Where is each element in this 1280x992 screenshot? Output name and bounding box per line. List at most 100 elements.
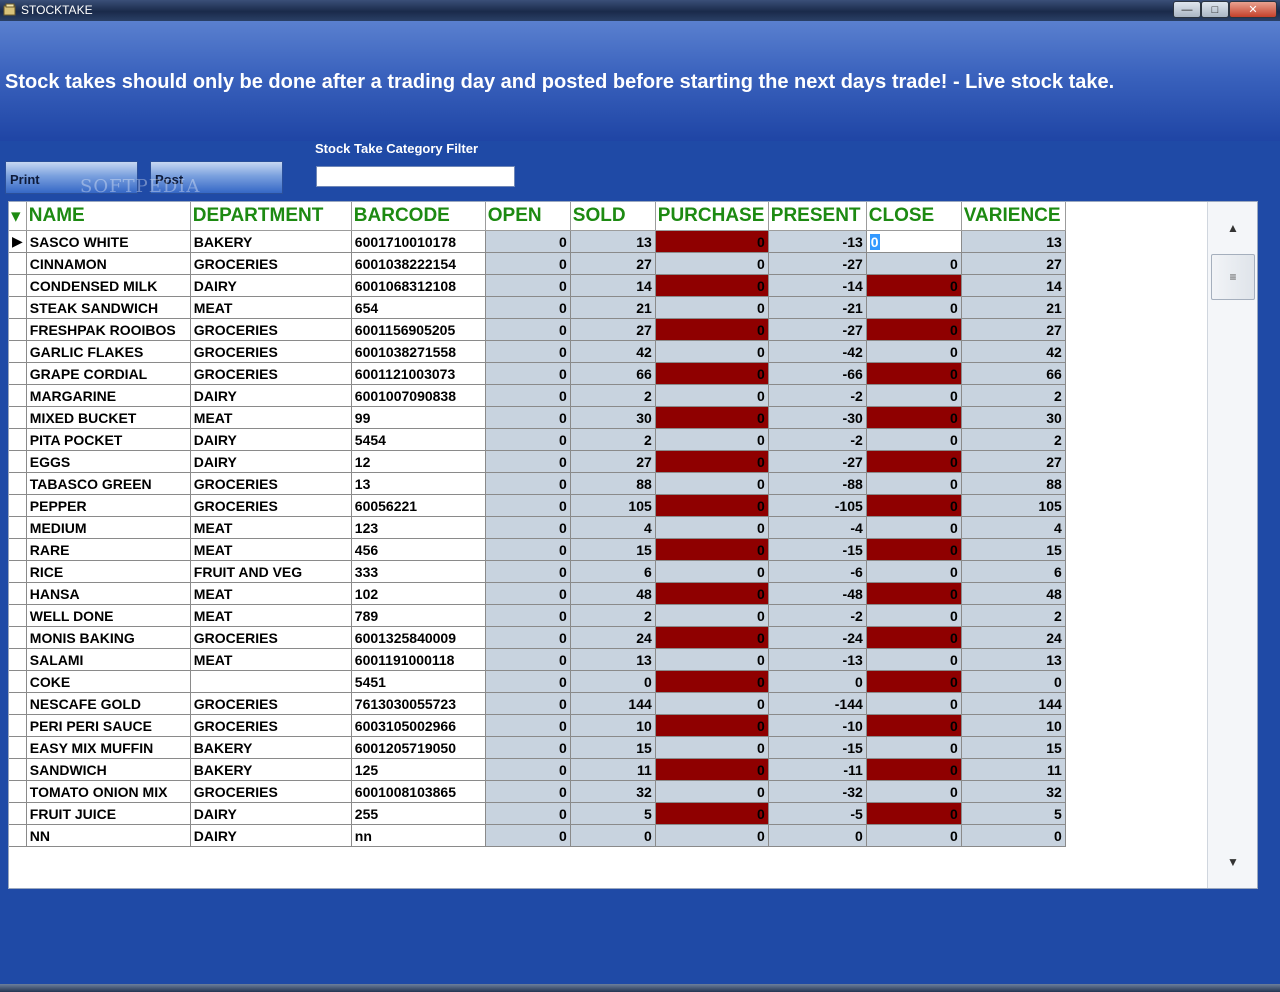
cell-department[interactable]: GROCERIES bbox=[190, 780, 352, 803]
table-row[interactable]: ▶ SASCO WHITE BAKERY 6001710010178 0 13 0 -13 0 1… bbox=[9, 230, 1066, 253]
cell-sold[interactable]: 11 bbox=[570, 758, 656, 781]
cell-department[interactable] bbox=[190, 670, 352, 693]
cell-name[interactable]: PITA POCKET bbox=[26, 428, 191, 451]
row-header[interactable] bbox=[9, 340, 27, 363]
cell-department[interactable]: GROCERIES bbox=[190, 362, 352, 385]
cell-sold[interactable]: 27 bbox=[570, 450, 656, 473]
table-row[interactable]: MONIS BAKING GROCERIES 6001325840009 0 24 0 -2… bbox=[9, 626, 1066, 649]
table-row[interactable]: SALAMI MEAT 6001191000118 0 13 0 -13 0 13 bbox=[9, 648, 1066, 671]
cell-close[interactable]: 0 bbox=[866, 714, 962, 737]
cell-department[interactable]: BAKERY bbox=[190, 736, 352, 759]
cell-barcode[interactable]: 6001710010178 bbox=[351, 230, 486, 253]
cell-present[interactable]: -88 bbox=[768, 472, 867, 495]
cell-open[interactable]: 0 bbox=[485, 604, 571, 627]
cell-close[interactable]: 0 bbox=[866, 230, 962, 253]
cell-purchase[interactable]: 0 bbox=[655, 318, 769, 341]
cell-present[interactable]: -27 bbox=[768, 318, 867, 341]
cell-sold[interactable]: 21 bbox=[570, 296, 656, 319]
cell-open[interactable]: 0 bbox=[485, 736, 571, 759]
column-header-name[interactable]: NAME bbox=[26, 202, 191, 231]
row-header[interactable] bbox=[9, 428, 27, 451]
row-header[interactable] bbox=[9, 648, 27, 671]
cell-close[interactable]: 0 bbox=[866, 582, 962, 605]
selected-cell-value[interactable]: 0 bbox=[869, 233, 880, 250]
table-row[interactable]: FRUIT JUICE DAIRY 255 0 5 0 -5 0 5 bbox=[9, 802, 1066, 825]
cell-present[interactable]: -42 bbox=[768, 340, 867, 363]
maximize-button[interactable]: □ bbox=[1201, 1, 1229, 18]
cell-open[interactable]: 0 bbox=[485, 560, 571, 583]
cell-open[interactable]: 0 bbox=[485, 340, 571, 363]
cell-open[interactable]: 0 bbox=[485, 252, 571, 275]
cell-present[interactable]: -2 bbox=[768, 384, 867, 407]
cell-varience[interactable]: 15 bbox=[961, 736, 1066, 759]
table-row[interactable]: GRAPE CORDIAL GROCERIES 6001121003073 0 66 0-… bbox=[9, 362, 1066, 385]
cell-name[interactable]: MIXED BUCKET bbox=[26, 406, 191, 429]
cell-close[interactable]: 0 bbox=[866, 318, 962, 341]
scroll-up-arrow-icon[interactable]: ▲ bbox=[1208, 208, 1257, 248]
row-header[interactable] bbox=[9, 494, 27, 517]
column-header-open[interactable]: OPEN bbox=[485, 202, 571, 231]
cell-department[interactable]: DAIRY bbox=[190, 802, 352, 825]
column-header-purchase[interactable]: PURCHASE bbox=[655, 202, 769, 231]
cell-open[interactable]: 0 bbox=[485, 428, 571, 451]
table-row[interactable]: EGGS DAIRY 12 0 27 0 -27 0 27 bbox=[9, 450, 1066, 473]
cell-department[interactable]: MEAT bbox=[190, 604, 352, 627]
cell-present[interactable]: -105 bbox=[768, 494, 867, 517]
cell-open[interactable]: 0 bbox=[485, 516, 571, 539]
cell-sold[interactable]: 66 bbox=[570, 362, 656, 385]
cell-barcode[interactable]: 6001325840009 bbox=[351, 626, 486, 649]
row-header[interactable] bbox=[9, 670, 27, 693]
row-header[interactable] bbox=[9, 384, 27, 407]
table-row[interactable]: MEDIUM MEAT 123 0 4 0 -4 0 4 bbox=[9, 516, 1066, 539]
cell-barcode[interactable]: 6001205719050 bbox=[351, 736, 486, 759]
cell-department[interactable]: GROCERIES bbox=[190, 626, 352, 649]
cell-present[interactable]: -30 bbox=[768, 406, 867, 429]
cell-present[interactable]: -27 bbox=[768, 450, 867, 473]
cell-purchase[interactable]: 0 bbox=[655, 714, 769, 737]
cell-name[interactable]: STEAK SANDWICH bbox=[26, 296, 191, 319]
cell-present[interactable]: -14 bbox=[768, 274, 867, 297]
cell-name[interactable]: MARGARINE bbox=[26, 384, 191, 407]
cell-open[interactable]: 0 bbox=[485, 582, 571, 605]
cell-open[interactable]: 0 bbox=[485, 230, 571, 253]
table-row[interactable]: NESCAFE GOLD GROCERIES 7613030055723 0 144 0-… bbox=[9, 692, 1066, 715]
cell-sold[interactable]: 88 bbox=[570, 472, 656, 495]
cell-barcode[interactable]: 6001068312108 bbox=[351, 274, 486, 297]
cell-open[interactable]: 0 bbox=[485, 648, 571, 671]
cell-sold[interactable]: 13 bbox=[570, 648, 656, 671]
cell-close[interactable]: 0 bbox=[866, 384, 962, 407]
cell-varience[interactable]: 14 bbox=[961, 274, 1066, 297]
cell-present[interactable]: -2 bbox=[768, 428, 867, 451]
table-row[interactable]: PITA POCKET DAIRY 5454 0 2 0 -2 0 2 bbox=[9, 428, 1066, 451]
table-row[interactable]: MIXED BUCKET MEAT 99 0 30 0 -30 0 30 bbox=[9, 406, 1066, 429]
cell-varience[interactable]: 15 bbox=[961, 538, 1066, 561]
cell-present[interactable]: -13 bbox=[768, 230, 867, 253]
row-header[interactable] bbox=[9, 406, 27, 429]
row-header[interactable] bbox=[9, 318, 27, 341]
cell-close[interactable]: 0 bbox=[866, 428, 962, 451]
cell-barcode[interactable]: 5451 bbox=[351, 670, 486, 693]
cell-open[interactable]: 0 bbox=[485, 384, 571, 407]
table-row[interactable]: WELL DONE MEAT 789 0 2 0 -2 0 2 bbox=[9, 604, 1066, 627]
category-filter-input[interactable] bbox=[316, 166, 515, 187]
cell-open[interactable]: 0 bbox=[485, 450, 571, 473]
cell-barcode[interactable]: nn bbox=[351, 824, 486, 847]
cell-sold[interactable]: 15 bbox=[570, 538, 656, 561]
cell-sold[interactable]: 32 bbox=[570, 780, 656, 803]
cell-name[interactable]: SASCO WHITE bbox=[26, 230, 191, 253]
cell-department[interactable]: DAIRY bbox=[190, 384, 352, 407]
cell-sold[interactable]: 15 bbox=[570, 736, 656, 759]
cell-name[interactable]: EGGS bbox=[26, 450, 191, 473]
table-row[interactable]: GARLIC FLAKES GROCERIES 6001038271558 0 42 0-… bbox=[9, 340, 1066, 363]
cell-purchase[interactable]: 0 bbox=[655, 406, 769, 429]
cell-barcode[interactable]: 255 bbox=[351, 802, 486, 825]
cell-varience[interactable]: 5 bbox=[961, 802, 1066, 825]
cell-department[interactable]: GROCERIES bbox=[190, 494, 352, 517]
cell-department[interactable]: MEAT bbox=[190, 648, 352, 671]
cell-varience[interactable]: 42 bbox=[961, 340, 1066, 363]
row-header[interactable] bbox=[9, 560, 27, 583]
cell-sold[interactable]: 13 bbox=[570, 230, 656, 253]
table-row[interactable]: RARE MEAT 456 0 15 0 -15 0 15 bbox=[9, 538, 1066, 561]
cell-name[interactable]: NESCAFE GOLD bbox=[26, 692, 191, 715]
cell-close[interactable]: 0 bbox=[866, 802, 962, 825]
